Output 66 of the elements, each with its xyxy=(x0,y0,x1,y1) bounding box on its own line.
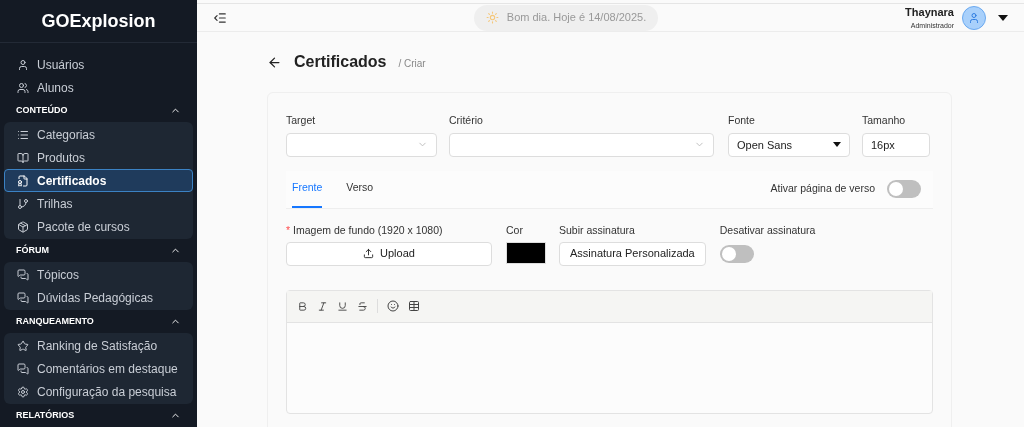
field-label: Critério xyxy=(449,113,484,128)
users-icon xyxy=(17,81,29,94)
back-arrow-icon[interactable] xyxy=(267,54,282,70)
table-icon[interactable] xyxy=(408,300,420,312)
underline-icon[interactable] xyxy=(337,300,348,312)
caret-icon[interactable] xyxy=(998,14,1008,21)
select-field[interactable] xyxy=(449,132,714,157)
chat-icon xyxy=(17,291,29,304)
chat-icon xyxy=(17,362,29,375)
upload-button[interactable]: Upload xyxy=(286,241,492,266)
font-dropdown[interactable]: Open Sans xyxy=(728,132,850,157)
branch-icon xyxy=(17,197,29,210)
sidebar-item[interactable]: Usuários xyxy=(4,53,193,76)
sidebar-item[interactable]: Ranking de Satisfação xyxy=(4,334,193,357)
star-icon xyxy=(17,339,29,352)
upload-icon xyxy=(363,248,375,259)
sidebar-item[interactable]: Tópicos xyxy=(4,263,193,286)
signature-button[interactable]: Assinatura Personalizada xyxy=(559,241,706,266)
book-icon xyxy=(17,151,29,164)
italic-icon[interactable] xyxy=(317,300,328,312)
field-label: Target xyxy=(286,113,317,128)
field-label: Subir assinatura xyxy=(559,222,636,238)
sidebar-item[interactable]: Trilhas xyxy=(4,192,193,215)
sidebar-item[interactable]: Certificados xyxy=(4,169,193,192)
breadcrumb: / Criar xyxy=(398,57,426,71)
field-label: Fonte xyxy=(728,113,756,128)
strikethrough-icon[interactable] xyxy=(357,300,368,312)
settings-icon xyxy=(17,385,29,398)
chat-icon xyxy=(17,268,29,281)
size-input[interactable]: 16px xyxy=(862,132,930,157)
required-mark: * xyxy=(286,222,291,238)
field-label: Imagem de fundo (1920 x 1080) xyxy=(293,222,443,238)
collapse-menu-icon[interactable] xyxy=(213,10,227,25)
sidebar-item[interactable]: Dúvidas Pedagógicas xyxy=(4,286,193,309)
toggle-switch[interactable] xyxy=(887,180,921,199)
tab[interactable]: Frente xyxy=(292,170,323,208)
field-label: Desativar assinatura xyxy=(719,222,816,238)
certificate-icon xyxy=(17,174,29,187)
field-label: Tamanho xyxy=(862,113,907,128)
bold-icon[interactable] xyxy=(297,300,308,312)
box-icon xyxy=(17,220,29,233)
sidebar-item[interactable]: Categorias xyxy=(4,123,193,146)
section-title: CONTEÚDO xyxy=(16,103,68,117)
logo: GOExplosion xyxy=(41,9,156,33)
color-swatch[interactable] xyxy=(506,241,546,264)
sidebar-item[interactable]: Alunos xyxy=(4,76,193,99)
sidebar-item[interactable]: Configuração da pesquisa xyxy=(4,380,193,403)
sidebar-item[interactable]: Produtos xyxy=(4,146,193,169)
page-title: Certificados xyxy=(294,52,387,72)
tab[interactable]: Verso xyxy=(346,170,374,208)
greeting-pill: Bom dia. Hoje é 14/08/2025. xyxy=(473,4,659,31)
toggle-switch[interactable] xyxy=(719,244,754,263)
section-title: RELATÓRIOS xyxy=(16,408,75,422)
list-icon xyxy=(17,128,29,141)
sun-icon xyxy=(485,11,499,24)
select-field[interactable] xyxy=(286,132,437,157)
toggle-label: Ativar página de verso xyxy=(770,181,875,197)
user-icon xyxy=(17,58,29,71)
sidebar-item[interactable]: Comentários em destaque xyxy=(4,357,193,380)
sidebar-item[interactable]: Pacote de cursos xyxy=(4,215,193,238)
section-title: FÓRUM xyxy=(16,243,49,257)
user-name: Thaynara xyxy=(905,5,954,20)
avatar[interactable] xyxy=(962,5,986,30)
section-title: RANQUEAMENTO xyxy=(16,314,94,328)
emoji-icon[interactable] xyxy=(387,300,399,312)
field-label: Cor xyxy=(506,222,524,238)
